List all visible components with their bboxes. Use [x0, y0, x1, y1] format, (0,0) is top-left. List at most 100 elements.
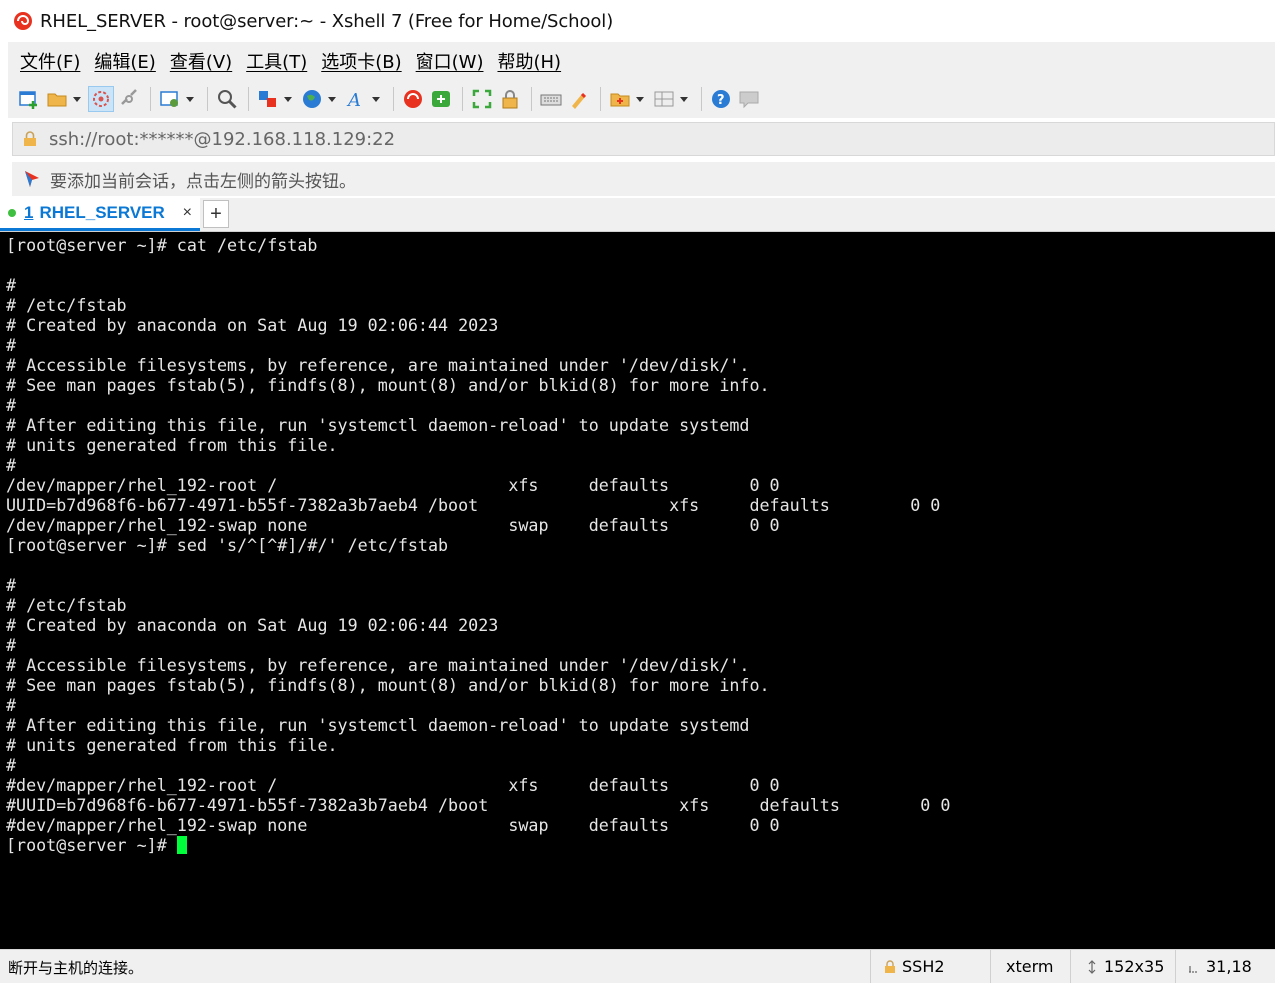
terminal-line: # Created by anaconda on Sat Aug 19 02:0…: [6, 615, 499, 635]
transfer-icon[interactable]: [255, 86, 281, 112]
layout-icon[interactable]: [651, 86, 677, 112]
toolbar-separator: [701, 87, 702, 111]
xftp-icon[interactable]: [428, 86, 454, 112]
terminal-area[interactable]: [root@server ~]# cat /etc/fstab # # /etc/f…: [0, 232, 1275, 949]
menu-view[interactable]: 查看(V): [170, 48, 232, 74]
add-session-arrow-icon[interactable]: [22, 169, 42, 189]
keyboard-icon[interactable]: [538, 86, 564, 112]
terminal-line: /dev/mapper/rhel_192-root / xfs defaults…: [6, 475, 780, 495]
address-bar[interactable]: ssh://root:******@192.168.118.129:22: [12, 122, 1275, 156]
transfer-dropdown-arrow[interactable]: [283, 86, 293, 112]
terminal-line: # See man pages fstab(5), findfs(8), mou…: [6, 675, 770, 695]
terminal-line: # Accessible filesystems, by reference, …: [6, 355, 750, 375]
terminal-line: # After editing this file, run 'systemct…: [6, 415, 750, 435]
protocol-lock-icon: [885, 959, 895, 973]
connected-status-icon: [8, 209, 16, 217]
chat-icon[interactable]: [736, 86, 762, 112]
terminal-line: #: [6, 455, 17, 475]
tab-rhel-server[interactable]: 1 RHEL_SERVER ×: [0, 198, 200, 231]
highlight-icon[interactable]: [566, 86, 592, 112]
fullscreen-icon[interactable]: [469, 86, 495, 112]
tab-label: RHEL_SERVER: [39, 203, 165, 222]
add-folder-dropdown-arrow[interactable]: [635, 86, 645, 112]
reconnect-icon[interactable]: [88, 86, 114, 112]
terminal-line: #: [6, 275, 17, 295]
terminal-line: # Accessible filesystems, by reference, …: [6, 655, 750, 675]
toolbar-separator: [531, 87, 532, 111]
add-tab-button[interactable]: +: [203, 200, 229, 228]
terminal-line: # After editing this file, run 'systemct…: [6, 715, 750, 735]
protocol-label: SSH2: [902, 957, 945, 976]
terminal-line: #dev/mapper/rhel_192-root / xfs defaults…: [6, 775, 780, 795]
window-title: RHEL_SERVER - root@server:~ - Xshell 7 (…: [40, 10, 614, 32]
find-icon[interactable]: [214, 86, 240, 112]
status-divider: [1070, 950, 1071, 983]
menu-tabs[interactable]: 选项卡(B): [321, 48, 401, 74]
menu-edit[interactable]: 编辑(E): [94, 48, 155, 74]
title-bar: RHEL_SERVER - root@server:~ - Xshell 7 (…: [0, 0, 1275, 42]
new-session-icon[interactable]: [16, 86, 42, 112]
add-folder-icon[interactable]: [607, 86, 633, 112]
close-tab-icon[interactable]: ×: [183, 204, 192, 222]
properties-icon[interactable]: [157, 86, 183, 112]
tab-number: 1: [24, 203, 34, 222]
status-protocol: SSH2: [884, 957, 945, 976]
menu-help[interactable]: 帮助(H): [497, 48, 561, 74]
status-divider: [990, 950, 991, 983]
terminal-prompt-line: [root@server ~]#: [6, 835, 1275, 855]
status-bar: 断开与主机的连接。 SSH2 xterm 152x35 31,18: [0, 949, 1275, 983]
status-cursor-position: 31,18: [1188, 957, 1252, 976]
session-hint-bar: 要添加当前会话，点击左侧的箭头按钮。: [12, 162, 1275, 196]
terminal-line: #: [6, 635, 17, 655]
toolbar-separator: [393, 87, 394, 111]
menu-bar: 文件(F) 编辑(E) 查看(V) 工具(T) 选项卡(B) 窗口(W) 帮助(…: [8, 42, 1275, 80]
toolbar-separator: [150, 87, 151, 111]
terminal-line: # units generated from this file.: [6, 435, 338, 455]
toolbar-separator: [248, 87, 249, 111]
globe-dropdown-arrow[interactable]: [327, 86, 337, 112]
xshell-icon[interactable]: [400, 86, 426, 112]
resize-icon: [1088, 959, 1096, 974]
toolbar-separator: [207, 87, 208, 111]
status-size: 152x35: [1086, 957, 1164, 976]
address-value: ssh://root:******@192.168.118.129:22: [49, 128, 396, 150]
properties-dropdown-arrow[interactable]: [185, 86, 195, 112]
toolbar-separator: [462, 87, 463, 111]
terminal-cursor: [176, 836, 187, 854]
terminal-line: #: [6, 575, 17, 595]
hint-text: 要添加当前会话，点击左侧的箭头按钮。: [50, 171, 356, 192]
terminal-line: #: [6, 335, 17, 355]
status-divider: [1175, 950, 1176, 983]
terminal-line: # /etc/fstab: [6, 295, 127, 315]
tab-strip: 1 RHEL_SERVER × +: [0, 198, 1275, 232]
menu-file[interactable]: 文件(F): [20, 48, 80, 74]
disconnect-icon[interactable]: [116, 86, 142, 112]
terminal-line: # /etc/fstab: [6, 595, 127, 615]
terminal-line: # Created by anaconda on Sat Aug 19 02:0…: [6, 315, 499, 335]
open-dropdown-arrow[interactable]: [72, 86, 82, 112]
menu-window[interactable]: 窗口(W): [416, 48, 484, 74]
help-icon[interactable]: ?: [708, 86, 734, 112]
padlock-icon: [24, 131, 36, 146]
open-folder-icon[interactable]: [44, 86, 70, 112]
terminal-line: #UUID=b7d968f6-b677-4971-b55f-7382a3b7ae…: [6, 795, 951, 815]
layout-dropdown-arrow[interactable]: [679, 86, 689, 112]
terminal-line: #: [6, 395, 17, 415]
font-icon[interactable]: A: [343, 86, 369, 112]
menu-tools[interactable]: 工具(T): [246, 48, 307, 74]
svg-text:?: ?: [717, 93, 725, 108]
font-dropdown-arrow[interactable]: [371, 86, 381, 112]
globe-icon[interactable]: [299, 86, 325, 112]
terminal-line: [root@server ~]# cat /etc/fstab: [6, 235, 318, 255]
terminal-line: UUID=b7d968f6-b677-4971-b55f-7382a3b7aeb…: [6, 495, 941, 515]
svg-text:A: A: [346, 90, 361, 110]
terminal-output: [root@server ~]# cat /etc/fstab # # /etc/f…: [6, 235, 1275, 835]
toolbar-separator: [600, 87, 601, 111]
status-message: 断开与主机的连接。: [8, 959, 144, 977]
xshell-logo-icon: [14, 12, 32, 30]
terminal-line: #: [6, 755, 17, 775]
lock-icon[interactable]: [497, 86, 523, 112]
terminal-line: /dev/mapper/rhel_192-swap none swap defa…: [6, 515, 780, 535]
